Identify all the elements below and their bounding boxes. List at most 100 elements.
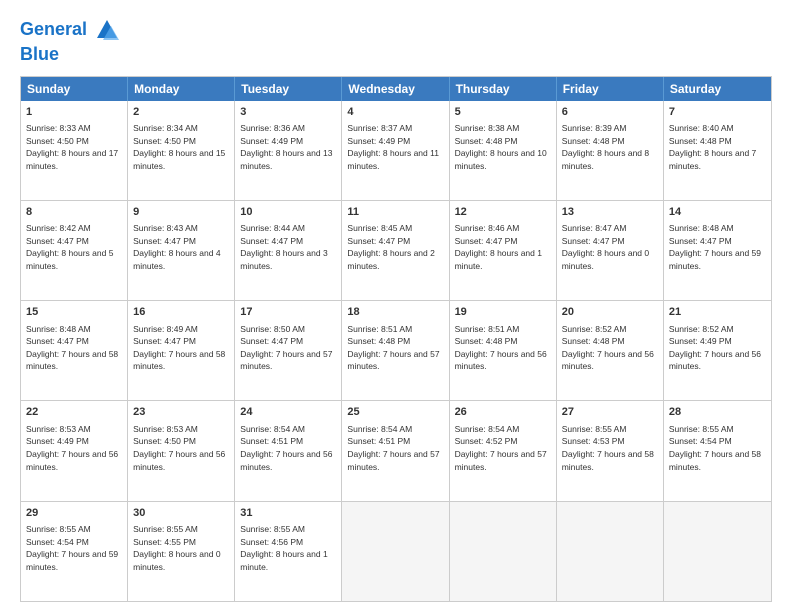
day-number: 4	[347, 105, 443, 120]
day-number: 2	[133, 105, 229, 120]
day-number: 20	[562, 305, 658, 320]
day-info: Sunrise: 8:55 AMSunset: 4:53 PMDaylight:…	[562, 424, 654, 472]
day-cell-11: 11 Sunrise: 8:45 AMSunset: 4:47 PMDaylig…	[342, 201, 449, 300]
day-number: 5	[455, 105, 551, 120]
day-number: 22	[26, 405, 122, 420]
day-info: Sunrise: 8:52 AMSunset: 4:48 PMDaylight:…	[562, 324, 654, 372]
day-cell-2: 2 Sunrise: 8:34 AMSunset: 4:50 PMDayligh…	[128, 101, 235, 200]
day-cell-31: 31 Sunrise: 8:55 AMSunset: 4:56 PMDaylig…	[235, 502, 342, 601]
day-info: Sunrise: 8:38 AMSunset: 4:48 PMDaylight:…	[455, 123, 547, 171]
day-info: Sunrise: 8:37 AMSunset: 4:49 PMDaylight:…	[347, 123, 439, 171]
day-number: 27	[562, 405, 658, 420]
day-cell-3: 3 Sunrise: 8:36 AMSunset: 4:49 PMDayligh…	[235, 101, 342, 200]
day-info: Sunrise: 8:55 AMSunset: 4:56 PMDaylight:…	[240, 524, 327, 572]
day-info: Sunrise: 8:42 AMSunset: 4:47 PMDaylight:…	[26, 223, 113, 271]
day-info: Sunrise: 8:39 AMSunset: 4:48 PMDaylight:…	[562, 123, 649, 171]
week-row-5: 29 Sunrise: 8:55 AMSunset: 4:54 PMDaylig…	[21, 502, 771, 601]
header: General Blue	[20, 16, 772, 66]
day-cell-5: 5 Sunrise: 8:38 AMSunset: 4:48 PMDayligh…	[450, 101, 557, 200]
day-number: 6	[562, 105, 658, 120]
empty-cell	[450, 502, 557, 601]
day-info: Sunrise: 8:33 AMSunset: 4:50 PMDaylight:…	[26, 123, 118, 171]
day-number: 11	[347, 205, 443, 220]
day-cell-30: 30 Sunrise: 8:55 AMSunset: 4:55 PMDaylig…	[128, 502, 235, 601]
day-info: Sunrise: 8:51 AMSunset: 4:48 PMDaylight:…	[455, 324, 547, 372]
day-info: Sunrise: 8:40 AMSunset: 4:48 PMDaylight:…	[669, 123, 756, 171]
day-info: Sunrise: 8:54 AMSunset: 4:51 PMDaylight:…	[240, 424, 332, 472]
day-cell-6: 6 Sunrise: 8:39 AMSunset: 4:48 PMDayligh…	[557, 101, 664, 200]
day-cell-28: 28 Sunrise: 8:55 AMSunset: 4:54 PMDaylig…	[664, 401, 771, 500]
day-info: Sunrise: 8:55 AMSunset: 4:54 PMDaylight:…	[669, 424, 761, 472]
day-cell-23: 23 Sunrise: 8:53 AMSunset: 4:50 PMDaylig…	[128, 401, 235, 500]
day-info: Sunrise: 8:50 AMSunset: 4:47 PMDaylight:…	[240, 324, 332, 372]
day-header-tuesday: Tuesday	[235, 77, 342, 101]
logo-text: General	[20, 19, 87, 41]
day-cell-1: 1 Sunrise: 8:33 AMSunset: 4:50 PMDayligh…	[21, 101, 128, 200]
day-cell-16: 16 Sunrise: 8:49 AMSunset: 4:47 PMDaylig…	[128, 301, 235, 400]
day-info: Sunrise: 8:48 AMSunset: 4:47 PMDaylight:…	[26, 324, 118, 372]
day-number: 1	[26, 105, 122, 120]
day-number: 15	[26, 305, 122, 320]
day-number: 30	[133, 506, 229, 521]
day-cell-26: 26 Sunrise: 8:54 AMSunset: 4:52 PMDaylig…	[450, 401, 557, 500]
calendar-header-row: SundayMondayTuesdayWednesdayThursdayFrid…	[21, 77, 771, 101]
day-cell-18: 18 Sunrise: 8:51 AMSunset: 4:48 PMDaylig…	[342, 301, 449, 400]
day-number: 7	[669, 105, 766, 120]
day-number: 14	[669, 205, 766, 220]
day-info: Sunrise: 8:54 AMSunset: 4:51 PMDaylight:…	[347, 424, 439, 472]
day-info: Sunrise: 8:53 AMSunset: 4:50 PMDaylight:…	[133, 424, 225, 472]
empty-cell	[664, 502, 771, 601]
day-header-monday: Monday	[128, 77, 235, 101]
day-number: 10	[240, 205, 336, 220]
day-info: Sunrise: 8:52 AMSunset: 4:49 PMDaylight:…	[669, 324, 761, 372]
day-cell-29: 29 Sunrise: 8:55 AMSunset: 4:54 PMDaylig…	[21, 502, 128, 601]
day-cell-17: 17 Sunrise: 8:50 AMSunset: 4:47 PMDaylig…	[235, 301, 342, 400]
empty-cell	[557, 502, 664, 601]
day-cell-7: 7 Sunrise: 8:40 AMSunset: 4:48 PMDayligh…	[664, 101, 771, 200]
day-cell-10: 10 Sunrise: 8:44 AMSunset: 4:47 PMDaylig…	[235, 201, 342, 300]
day-cell-14: 14 Sunrise: 8:48 AMSunset: 4:47 PMDaylig…	[664, 201, 771, 300]
day-cell-20: 20 Sunrise: 8:52 AMSunset: 4:48 PMDaylig…	[557, 301, 664, 400]
day-info: Sunrise: 8:55 AMSunset: 4:54 PMDaylight:…	[26, 524, 118, 572]
day-info: Sunrise: 8:34 AMSunset: 4:50 PMDaylight:…	[133, 123, 225, 171]
day-number: 16	[133, 305, 229, 320]
day-cell-4: 4 Sunrise: 8:37 AMSunset: 4:49 PMDayligh…	[342, 101, 449, 200]
day-info: Sunrise: 8:51 AMSunset: 4:48 PMDaylight:…	[347, 324, 439, 372]
day-header-saturday: Saturday	[664, 77, 771, 101]
calendar-body: 1 Sunrise: 8:33 AMSunset: 4:50 PMDayligh…	[21, 101, 771, 601]
day-number: 18	[347, 305, 443, 320]
day-header-thursday: Thursday	[450, 77, 557, 101]
day-info: Sunrise: 8:55 AMSunset: 4:55 PMDaylight:…	[133, 524, 220, 572]
day-cell-13: 13 Sunrise: 8:47 AMSunset: 4:47 PMDaylig…	[557, 201, 664, 300]
empty-cell	[342, 502, 449, 601]
day-info: Sunrise: 8:46 AMSunset: 4:47 PMDaylight:…	[455, 223, 542, 271]
day-number: 24	[240, 405, 336, 420]
day-info: Sunrise: 8:53 AMSunset: 4:49 PMDaylight:…	[26, 424, 118, 472]
day-cell-8: 8 Sunrise: 8:42 AMSunset: 4:47 PMDayligh…	[21, 201, 128, 300]
day-cell-22: 22 Sunrise: 8:53 AMSunset: 4:49 PMDaylig…	[21, 401, 128, 500]
day-number: 19	[455, 305, 551, 320]
day-cell-12: 12 Sunrise: 8:46 AMSunset: 4:47 PMDaylig…	[450, 201, 557, 300]
day-cell-27: 27 Sunrise: 8:55 AMSunset: 4:53 PMDaylig…	[557, 401, 664, 500]
week-row-2: 8 Sunrise: 8:42 AMSunset: 4:47 PMDayligh…	[21, 201, 771, 301]
day-info: Sunrise: 8:43 AMSunset: 4:47 PMDaylight:…	[133, 223, 220, 271]
day-number: 12	[455, 205, 551, 220]
week-row-1: 1 Sunrise: 8:33 AMSunset: 4:50 PMDayligh…	[21, 101, 771, 201]
week-row-4: 22 Sunrise: 8:53 AMSunset: 4:49 PMDaylig…	[21, 401, 771, 501]
day-number: 8	[26, 205, 122, 220]
day-info: Sunrise: 8:49 AMSunset: 4:47 PMDaylight:…	[133, 324, 225, 372]
day-number: 23	[133, 405, 229, 420]
day-header-wednesday: Wednesday	[342, 77, 449, 101]
day-info: Sunrise: 8:45 AMSunset: 4:47 PMDaylight:…	[347, 223, 434, 271]
logo-icon	[93, 16, 121, 44]
day-info: Sunrise: 8:54 AMSunset: 4:52 PMDaylight:…	[455, 424, 547, 472]
day-number: 31	[240, 506, 336, 521]
day-info: Sunrise: 8:44 AMSunset: 4:47 PMDaylight:…	[240, 223, 327, 271]
logo: General Blue	[20, 16, 121, 66]
day-cell-24: 24 Sunrise: 8:54 AMSunset: 4:51 PMDaylig…	[235, 401, 342, 500]
logo-text2: Blue	[20, 44, 121, 66]
day-number: 3	[240, 105, 336, 120]
day-header-friday: Friday	[557, 77, 664, 101]
day-number: 29	[26, 506, 122, 521]
day-number: 17	[240, 305, 336, 320]
